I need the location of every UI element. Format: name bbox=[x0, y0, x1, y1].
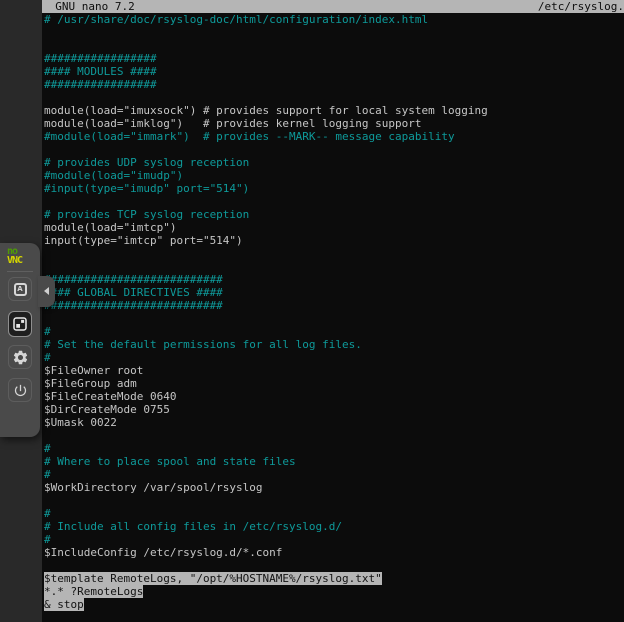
novnc-control-bar: no VNC A bbox=[0, 243, 40, 437]
nano-version-title: GNU nano 7.2 bbox=[42, 0, 135, 13]
desktop-background: { "window": { "title_left": " GNU nano 7… bbox=[0, 0, 624, 622]
terminal-line: #module(load="immark") # provides --MARK… bbox=[42, 130, 624, 143]
terminal-line: # bbox=[42, 325, 624, 338]
terminal-line: # provides TCP syslog reception bbox=[42, 208, 624, 221]
terminal-line: input(type="imtcp" port="514") bbox=[42, 234, 624, 247]
terminal-line: # /usr/share/doc/rsyslog-doc/html/config… bbox=[42, 13, 624, 26]
terminal-line: module(load="imtcp") bbox=[42, 221, 624, 234]
novnc-logo-bottom: VNC bbox=[7, 256, 40, 266]
terminal-line: # bbox=[42, 442, 624, 455]
terminal-line: $template RemoteLogs, "/opt/%HOSTNAME%/r… bbox=[42, 572, 624, 585]
terminal-line: # bbox=[42, 507, 624, 520]
panel-divider bbox=[7, 271, 33, 272]
terminal-line bbox=[42, 494, 624, 507]
terminal-line: ################# bbox=[42, 52, 624, 65]
terminal-line: ########################### bbox=[42, 299, 624, 312]
terminal-line: & stop bbox=[42, 598, 624, 611]
terminal-line: # Include all config files in /etc/rsysl… bbox=[42, 520, 624, 533]
terminal-line bbox=[42, 26, 624, 39]
fullscreen-button[interactable] bbox=[8, 311, 32, 337]
terminal-line: #### GLOBAL DIRECTIVES #### bbox=[42, 286, 624, 299]
terminal-line bbox=[42, 312, 624, 325]
terminal-line: $WorkDirectory /var/spool/rsyslog bbox=[42, 481, 624, 494]
terminal-line: *.* ?RemoteLogs bbox=[42, 585, 624, 598]
collapse-arrow-icon bbox=[44, 287, 49, 295]
nano-titlebar: GNU nano 7.2 /etc/rsyslog. bbox=[42, 0, 624, 13]
terminal-line: $FileGroup adm bbox=[42, 377, 624, 390]
nano-file-content: # /usr/share/doc/rsyslog-doc/html/config… bbox=[42, 13, 624, 611]
novnc-logo: no VNC bbox=[0, 243, 40, 266]
terminal-line: # Where to place spool and state files bbox=[42, 455, 624, 468]
terminal-line: $IncludeConfig /etc/rsyslog.d/*.conf bbox=[42, 546, 624, 559]
terminal-line bbox=[42, 143, 624, 156]
terminal-line bbox=[42, 559, 624, 572]
fullscreen-icon bbox=[11, 315, 29, 333]
keycap-letter: A bbox=[17, 286, 22, 293]
terminal-line: $FileOwner root bbox=[42, 364, 624, 377]
settings-button[interactable] bbox=[8, 345, 32, 369]
terminal-line bbox=[42, 91, 624, 104]
power-icon bbox=[13, 383, 28, 398]
terminal-screen[interactable]: GNU nano 7.2 /etc/rsyslog. # /usr/share/… bbox=[42, 0, 624, 622]
terminal-line: $Umask 0022 bbox=[42, 416, 624, 429]
terminal-line: module(load="imuxsock") # provides suppo… bbox=[42, 104, 624, 117]
panel-collapse-handle[interactable] bbox=[38, 276, 55, 307]
keyboard-button[interactable]: A bbox=[8, 277, 32, 301]
terminal-line: module(load="imklog") # provides kernel … bbox=[42, 117, 624, 130]
terminal-line: $DirCreateMode 0755 bbox=[42, 403, 624, 416]
terminal-line: # bbox=[42, 468, 624, 481]
terminal-line: # bbox=[42, 351, 624, 364]
power-button[interactable] bbox=[8, 378, 32, 402]
terminal-line bbox=[42, 247, 624, 260]
terminal-line bbox=[42, 429, 624, 442]
terminal-line: #input(type="imudp" port="514") bbox=[42, 182, 624, 195]
terminal-line: # Set the default permissions for all lo… bbox=[42, 338, 624, 351]
terminal-line: #module(load="imudp") bbox=[42, 169, 624, 182]
terminal-line bbox=[42, 39, 624, 52]
terminal-line bbox=[42, 260, 624, 273]
terminal-line: #### MODULES #### bbox=[42, 65, 624, 78]
terminal-line: ########################### bbox=[42, 273, 624, 286]
terminal-line: # bbox=[42, 533, 624, 546]
terminal-line: ################# bbox=[42, 78, 624, 91]
nano-file-path: /etc/rsyslog. bbox=[538, 0, 624, 13]
gear-icon bbox=[12, 349, 29, 366]
terminal-line: # provides UDP syslog reception bbox=[42, 156, 624, 169]
terminal-line bbox=[42, 195, 624, 208]
terminal-line: $FileCreateMode 0640 bbox=[42, 390, 624, 403]
keycap-a-icon: A bbox=[14, 283, 27, 296]
